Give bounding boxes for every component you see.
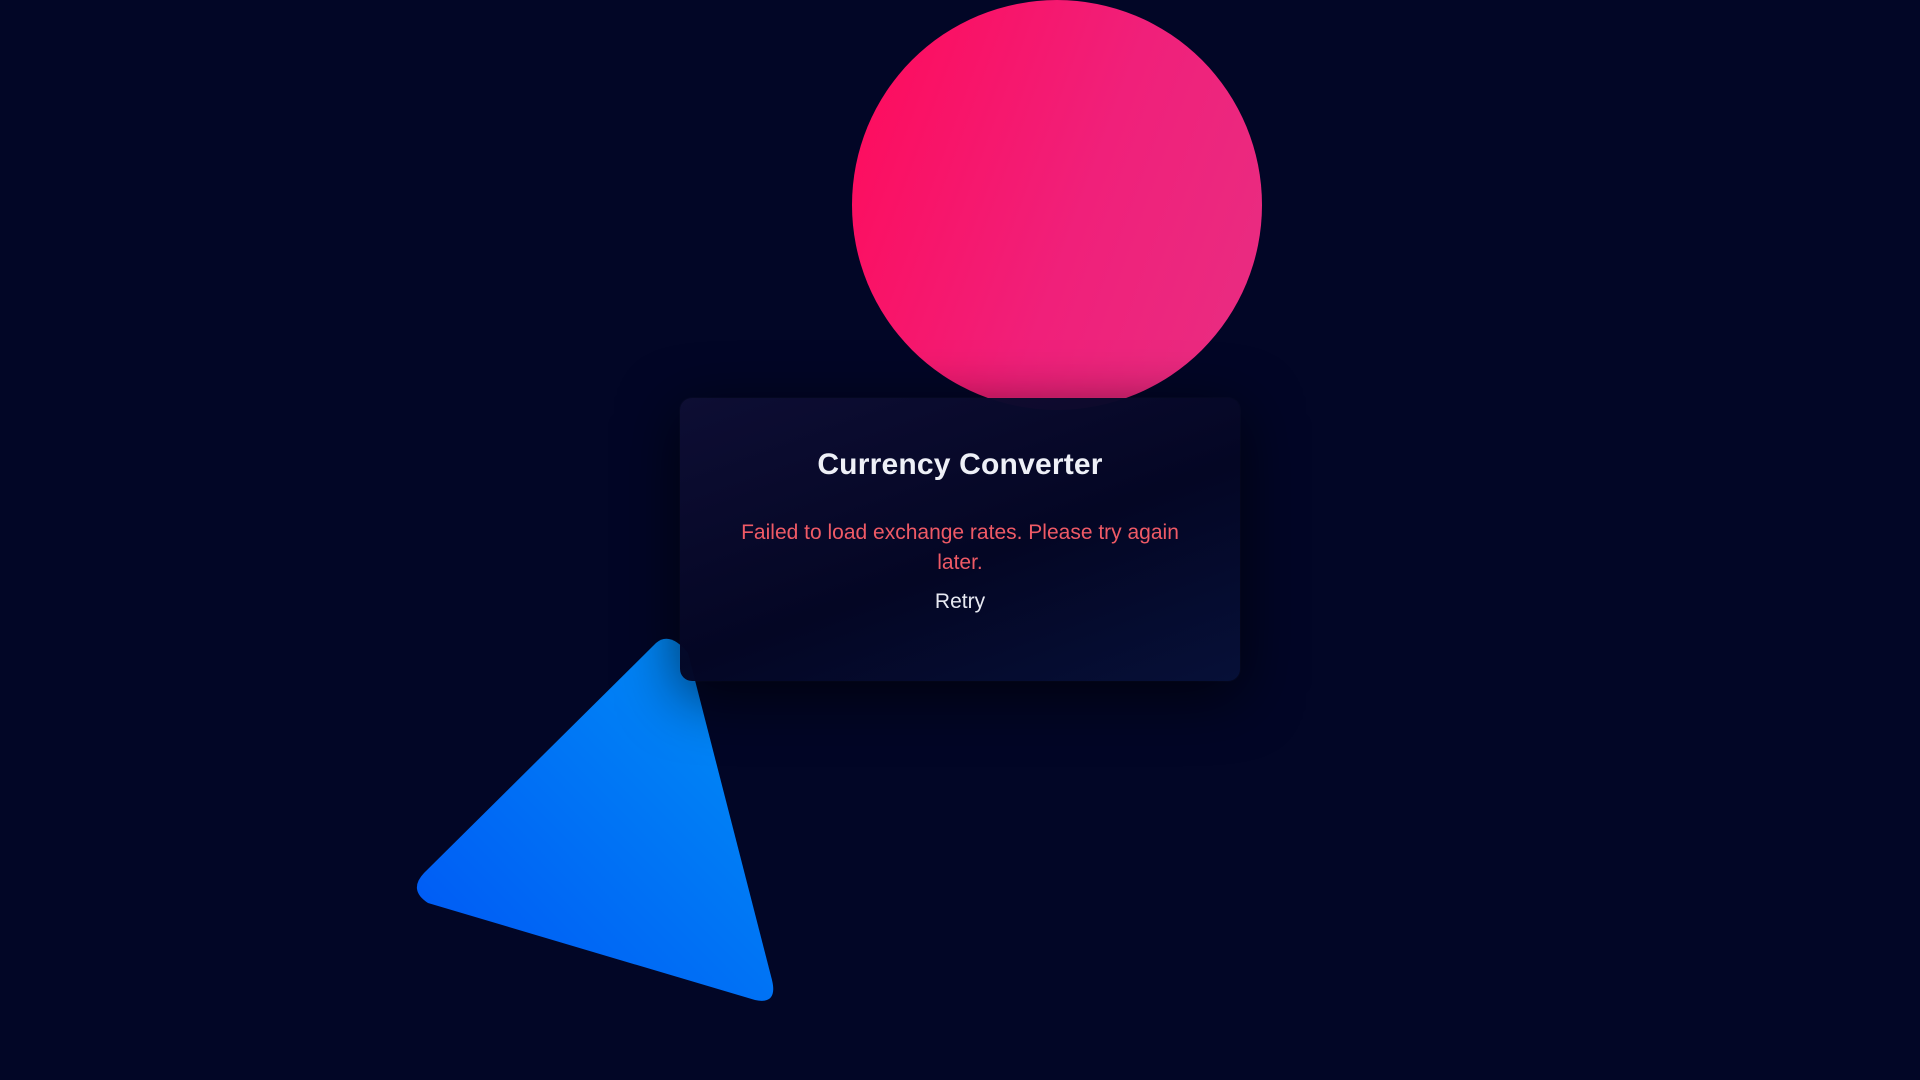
error-message: Failed to load exchange rates. Please tr… (741, 521, 1179, 574)
pink-circle-shape (852, 0, 1262, 410)
converter-card: Currency Converter Failed to load exchan… (680, 398, 1240, 681)
blue-triangle-shape (416, 638, 774, 1001)
card-title: Currency Converter (817, 448, 1103, 481)
page-background: Currency Converter Failed to load exchan… (0, 0, 1920, 1080)
retry-button[interactable]: Retry (935, 590, 985, 614)
